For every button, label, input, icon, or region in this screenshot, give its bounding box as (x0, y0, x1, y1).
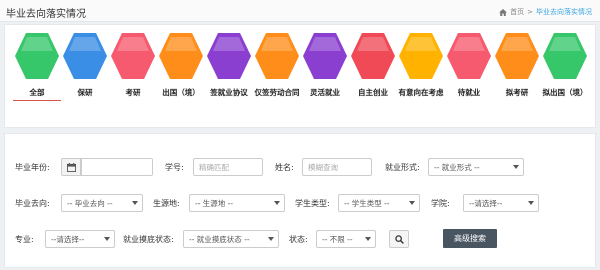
chevron-down-icon (528, 201, 534, 205)
employment-form-label: 就业形式: (385, 163, 420, 172)
destination-select[interactable]: -- 毕业去向 -- (61, 194, 143, 212)
survey-status-select[interactable]: -- 就业摸底状态 -- (183, 230, 279, 248)
category-icon (63, 33, 107, 79)
student-no-input[interactable]: 精确匹配 (193, 158, 263, 176)
tab-flexible-employment[interactable]: 灵活就业 (301, 31, 349, 127)
category-icon (495, 33, 539, 79)
category-icon (159, 33, 203, 79)
employment-form-value: -- 就业形式 -- (434, 162, 480, 172)
tab-awaiting-employment[interactable]: 待就业 (445, 31, 493, 127)
college-value: --请选择-- (469, 198, 503, 208)
category-icon (351, 33, 395, 79)
breadcrumb: 首页 > 毕业去向落实情况 (499, 7, 592, 17)
tab-labor-contract-only[interactable]: 仅签劳动合同 (253, 31, 301, 127)
tab-postgrad-exam[interactable]: 考研 (109, 31, 157, 127)
survey-status-value: -- 就业摸底状态 -- (189, 234, 250, 244)
calendar-icon (66, 162, 76, 172)
status-value: -- 不限 -- (322, 234, 353, 244)
tab-planning-postgrad-exam[interactable]: 拟考研 (493, 31, 541, 127)
name-label: 姓名: (275, 163, 294, 172)
chevron-down-icon (104, 237, 110, 241)
chevron-down-icon (132, 201, 138, 205)
origin-select[interactable]: -- 生源地 -- (189, 194, 285, 212)
chevron-down-icon (409, 201, 415, 205)
tab-self-employed[interactable]: 自主创业 (349, 31, 397, 127)
college-select[interactable]: --请选择-- (463, 194, 539, 212)
survey-status-label: 就业摸底状态: (123, 235, 174, 244)
origin-value: -- 生源地 -- (195, 198, 234, 208)
tab-postgrad-recommendation[interactable]: 保研 (61, 31, 109, 127)
status-select[interactable]: -- 不限 -- (316, 230, 376, 248)
category-tabs-panel: 全部 保研 考研 出国（境） 签就业协议 仅签劳动合同 灵活就业 自主创业 有意… (4, 24, 596, 128)
destination-label: 毕业去向: (15, 199, 50, 208)
home-icon (499, 8, 508, 16)
chevron-down-icon (268, 237, 274, 241)
status-label: 状态: (289, 235, 308, 244)
category-icon (207, 33, 251, 79)
breadcrumb-separator: > (527, 8, 533, 16)
chevron-down-icon (274, 201, 280, 205)
active-tab-underline (13, 100, 61, 101)
major-label: 专业: (15, 235, 34, 244)
search-icon (394, 234, 404, 244)
category-icon (111, 33, 155, 79)
category-icon (543, 33, 587, 79)
category-icon (303, 33, 347, 79)
student-type-select[interactable]: -- 学生类型 -- (338, 194, 420, 212)
advanced-search-button[interactable]: 高级搜索 (443, 229, 497, 248)
top-bar: 毕业去向落实情况 首页 > 毕业去向落实情况 (0, 0, 600, 22)
category-icon (447, 33, 491, 79)
college-label: 学院: (431, 199, 450, 208)
breadcrumb-home[interactable]: 首页 (510, 7, 524, 17)
employment-form-select[interactable]: -- 就业形式 -- (428, 158, 524, 176)
student-type-value: -- 学生类型 -- (344, 198, 390, 208)
chevron-down-icon (513, 165, 519, 169)
origin-label: 生源地: (153, 199, 180, 208)
destination-value: -- 毕业去向 -- (67, 198, 113, 208)
tab-all[interactable]: 全部 (13, 31, 61, 127)
major-value: --请选择-- (51, 234, 85, 244)
tab-considering[interactable]: 有意向在考虑 (397, 31, 445, 127)
search-button[interactable] (389, 230, 409, 248)
category-icon (399, 33, 443, 79)
name-input[interactable]: 模糊查询 (302, 158, 372, 176)
tab-study-abroad[interactable]: 出国（境） (157, 31, 205, 127)
filter-panel: 毕业年份: 学号: 精确匹配 姓名: 模糊查询 就业形式: -- 就业形式 --… (4, 133, 596, 268)
tab-employment-agreement[interactable]: 签就业协议 (205, 31, 253, 127)
student-no-label: 学号: (165, 163, 184, 172)
graduation-year-label: 毕业年份: (15, 163, 50, 172)
tab-planning-study-abroad[interactable]: 拟出国（境） (541, 31, 589, 127)
calendar-button[interactable] (61, 158, 81, 176)
major-select[interactable]: --请选择-- (45, 230, 115, 248)
category-icon (255, 33, 299, 79)
page-title: 毕业去向落实情况 (6, 9, 86, 20)
student-type-label: 学生类型: (295, 199, 330, 208)
tab-label: 拟出国（境） (542, 88, 588, 97)
category-icon (15, 33, 59, 79)
chevron-down-icon (365, 237, 371, 241)
graduation-year-input[interactable] (81, 158, 153, 176)
breadcrumb-current: 毕业去向落实情况 (536, 8, 592, 16)
